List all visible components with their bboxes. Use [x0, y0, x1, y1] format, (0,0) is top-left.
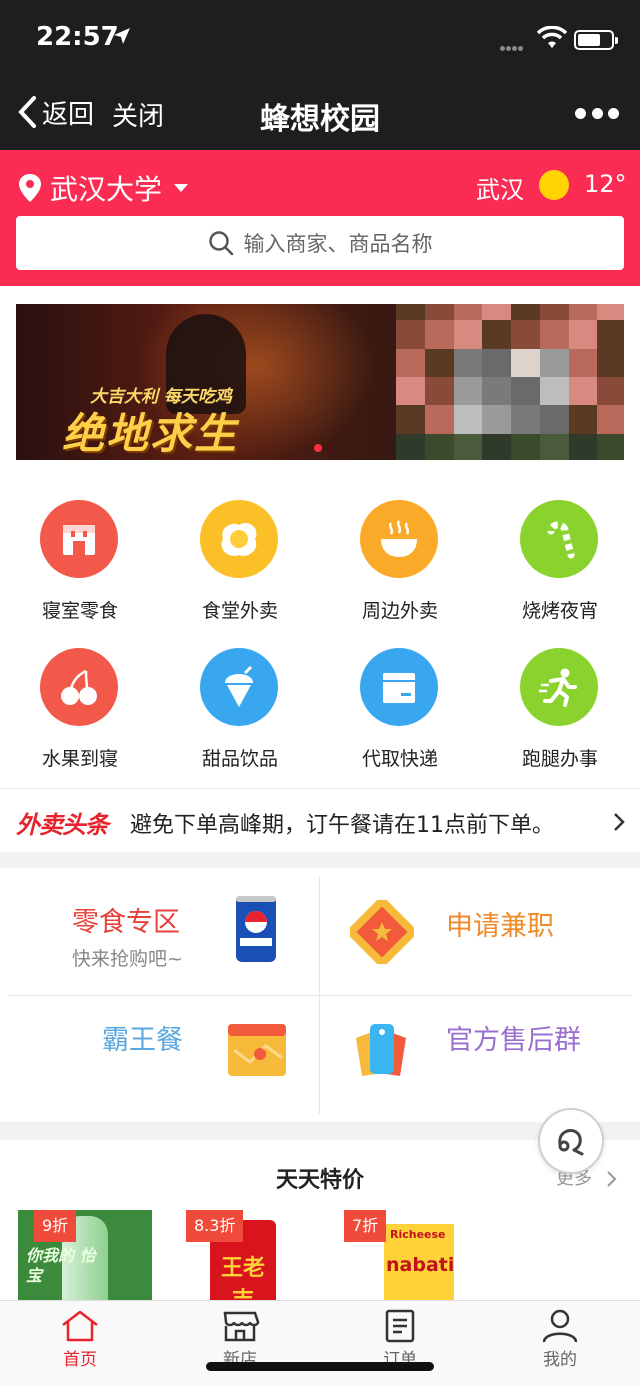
snacks-zone-title: 零食专区: [72, 907, 180, 938]
headset-icon: [558, 1129, 584, 1156]
back-button[interactable]: 返回: [16, 92, 94, 132]
deal-item[interactable]: 王老吉 8.3折: [186, 1210, 320, 1302]
soda-can-icon: [236, 896, 276, 962]
category-label: 寝室零食: [41, 600, 118, 622]
location-selector[interactable]: 武汉大学: [18, 168, 189, 208]
product-label: 王老吉: [220, 1256, 265, 1302]
discount-badge: 7折: [344, 1210, 387, 1242]
news-headline[interactable]: 外卖头条 避免下单高峰期，订午餐请在11点前下单。: [0, 788, 640, 852]
search-icon: [208, 231, 233, 256]
product-label: 你我的 怡宝: [26, 1246, 96, 1285]
category-fruit[interactable]: 水果到寝: [0, 626, 160, 776]
category-label: 食堂外卖: [201, 600, 278, 622]
weather-city: 武汉: [476, 176, 524, 204]
headline-text: 避免下单高峰期，订午餐请在11点前下单。: [130, 813, 554, 838]
category-dessert[interactable]: 甜品饮品: [160, 626, 320, 776]
feature-grid: 零食专区 快来抢购吧~ 申请兼职 霸王餐 官方售后群: [0, 868, 640, 1122]
candy-cane-icon: [520, 500, 598, 578]
tab-label: 首页: [63, 1350, 97, 1370]
tab-label: 我的: [543, 1350, 577, 1370]
category-bbq[interactable]: 烧烤夜宵: [480, 478, 640, 628]
chevron-right-icon: [614, 813, 625, 831]
headline-logo: 外卖头条: [16, 811, 109, 839]
divider: [8, 995, 632, 996]
tab-profile[interactable]: 我的: [480, 1309, 640, 1386]
top-bar: 22:57 返回 关闭 蜂想校园: [0, 0, 640, 150]
status-time: 22:57: [36, 22, 119, 52]
home-indicator: [206, 1362, 434, 1371]
location-header: 武汉大学 武汉 12° 输入商家、商品名称: [0, 150, 640, 286]
category-label: 甜品饮品: [201, 748, 278, 770]
overlord-meal-title: 霸王餐: [102, 1025, 183, 1056]
bottom-tab-bar: 首页 新店 订单 我的: [0, 1300, 640, 1386]
category-errands[interactable]: 跑腿办事: [480, 626, 640, 776]
store-icon: [223, 1311, 260, 1342]
sun-icon: [539, 170, 569, 200]
home-icon: [62, 1310, 98, 1342]
egg-icon: [200, 500, 278, 578]
signal-icon: [500, 36, 530, 51]
discount-badge: 8.3折: [186, 1210, 244, 1242]
category-grid: 寝室零食 食堂外卖 周边外卖 烧烤夜宵 水果到寝 甜品饮品 代取快递 跑腿办事: [0, 478, 640, 788]
category-label: 水果到寝: [41, 748, 118, 770]
search-placeholder: 输入商家、商品名称: [243, 232, 433, 256]
category-label: 跑腿办事: [521, 748, 598, 770]
wifi-icon: [537, 26, 567, 48]
promo-banner[interactable]: 大吉大利 每天吃鸡 绝地求生: [16, 304, 624, 460]
caret-down-icon: [174, 184, 189, 192]
bowl-icon: [360, 500, 438, 578]
more-options-button[interactable]: [575, 108, 619, 120]
chevron-right-icon: [607, 1171, 617, 1187]
banner-area: 大吉大利 每天吃鸡 绝地求生: [0, 286, 640, 478]
aftersale-group-card[interactable]: 官方售后群: [320, 996, 632, 1116]
tab-new-shops[interactable]: 新店: [160, 1309, 320, 1386]
coupon-icon: [356, 1024, 406, 1076]
tab-home[interactable]: 首页: [0, 1309, 160, 1386]
snacks-zone-subtitle: 快来抢购吧~: [72, 948, 183, 970]
back-label: 返回: [42, 99, 95, 130]
package-icon: [360, 648, 438, 726]
product-label: nabati: [386, 1254, 455, 1276]
floating-service-button[interactable]: [538, 1108, 604, 1174]
location-pin-icon: [19, 174, 41, 202]
category-delivery[interactable]: 代取快递: [320, 626, 480, 776]
location-arrow-icon: [114, 28, 130, 44]
category-label: 周边外卖: [361, 600, 438, 622]
close-button[interactable]: 关闭: [112, 96, 164, 133]
apply-parttime-card[interactable]: 申请兼职: [320, 876, 632, 996]
category-canteen[interactable]: 食堂外卖: [160, 478, 320, 628]
aftersale-group-title: 官方售后群: [446, 1025, 581, 1056]
location-name: 武汉大学: [50, 173, 163, 206]
carousel-indicator[interactable]: [314, 444, 322, 452]
user-icon: [542, 1309, 578, 1343]
deal-item[interactable]: Richeese nabati 7折: [344, 1210, 478, 1302]
pixelated-image: [396, 304, 624, 460]
category-label: 烧烤夜宵: [521, 600, 598, 622]
apply-parttime-title: 申请兼职: [446, 911, 554, 942]
category-snacks[interactable]: 寝室零食: [0, 478, 160, 628]
product-brand: Richeese: [390, 1228, 446, 1241]
shop-icon: [40, 500, 118, 578]
battery-icon: [574, 30, 618, 50]
map-card-icon: [228, 1024, 286, 1076]
page-title: 蜂想校园: [260, 102, 380, 137]
banner-slogan-big: 绝地求生: [62, 409, 239, 458]
tab-orders[interactable]: 订单: [320, 1309, 480, 1386]
chevron-left-icon: [18, 96, 36, 128]
discount-badge: 9折: [34, 1210, 77, 1242]
category-nearby[interactable]: 周边外卖: [320, 478, 480, 628]
snacks-zone-card[interactable]: 零食专区 快来抢购吧~: [8, 876, 320, 996]
section-title: 天天特价: [275, 1168, 364, 1193]
search-input[interactable]: 输入商家、商品名称: [16, 216, 624, 270]
ice-cream-icon: [200, 648, 278, 726]
cherry-icon: [40, 648, 118, 726]
ticket-icon: [350, 900, 414, 964]
temperature: 12°: [584, 170, 627, 198]
category-label: 代取快递: [361, 748, 438, 770]
order-list-icon: [385, 1309, 415, 1343]
runner-icon: [520, 648, 598, 726]
deal-item[interactable]: 你我的 怡宝 9折: [18, 1210, 152, 1302]
overlord-meal-card[interactable]: 霸王餐: [8, 996, 320, 1116]
